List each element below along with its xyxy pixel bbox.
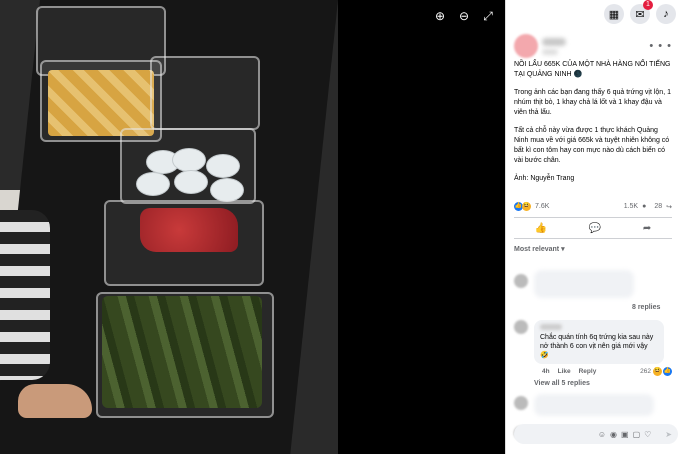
photo-beef <box>140 208 238 252</box>
photo-credit: Ảnh: Nguyễn Trang <box>514 175 575 182</box>
caption-paragraph: Tất cả chỗ này vừa được 1 thực khách Quả… <box>514 127 670 164</box>
like-reaction-icon: 👍 <box>663 367 672 376</box>
viewer-toolbar: ⊕ ⊖ ⤢ <box>434 8 494 24</box>
fullscreen-icon[interactable]: ⤢ <box>482 8 494 24</box>
reply-text: Chắc quán tính 6q trứng kia sau này nở t… <box>540 334 654 359</box>
gif-icon[interactable]: ▢ <box>633 430 641 439</box>
post-photo[interactable] <box>0 0 338 454</box>
zoom-in-icon[interactable]: ⊕ <box>434 8 446 24</box>
messenger-button[interactable]: ✉ 1 <box>630 0 653 24</box>
share-icon[interactable]: ➦ <box>643 223 651 234</box>
photo-tofu-balls <box>48 70 154 136</box>
comments-count[interactable]: 1.5K <box>624 203 638 210</box>
post-caption: NỒI LẨU 665K CỦA MỘT NHÀ HÀNG NỔI TIẾNG … <box>506 60 680 184</box>
view-all-replies-link[interactable]: View all 5 replies <box>534 380 590 387</box>
author-name-blurred[interactable] <box>542 38 566 46</box>
comment-icon[interactable]: 💬 <box>589 223 601 234</box>
reply-time[interactable]: 4h <box>542 368 550 375</box>
engagement-counts: 1.5K ● 28 ↪ <box>624 203 672 211</box>
haha-reaction-icon: 😆 <box>653 367 662 376</box>
emoji-icon[interactable]: ☺ <box>598 430 606 439</box>
reply-meta: 4h Like Reply 262 😆 👍 <box>542 367 672 376</box>
photo-leg <box>0 210 50 380</box>
egg <box>172 148 206 172</box>
view-replies-link[interactable]: 8 replies <box>632 304 660 311</box>
haha-reaction-icon: 😆 <box>522 202 531 211</box>
messenger-icon: ✉ <box>635 8 645 21</box>
caption-headline: NỒI LẨU 665K CỦA MỘT NHÀ HÀNG NỔI TIẾNG … <box>514 61 671 78</box>
post-header: • • • <box>506 34 680 60</box>
notification-badge: 1 <box>643 0 653 10</box>
post-side-panel: ▦ ✉ 1 ♪ • • • NỒI LẨU 665K CỦA MỘT NHÀ H… <box>505 0 680 454</box>
grid-menu-icon: ▦ <box>608 8 620 21</box>
reply-comment-bubble: Chắc quán tính 6q trứng kia sau này nở t… <box>534 320 664 364</box>
photo-duck-eggs <box>132 140 247 202</box>
notifications-button[interactable]: ♪ <box>656 4 676 24</box>
reactions-summary[interactable]: 👍 😆 7.6K <box>514 202 549 211</box>
bell-icon: ♪ <box>663 8 669 20</box>
photo-icon[interactable]: ▣ <box>621 430 629 439</box>
egg <box>136 172 170 196</box>
viewer-background <box>338 0 505 454</box>
comment-count-icon: ● <box>642 203 647 210</box>
caption-paragraph: Trong ảnh các bạn đang thấy 6 quả trứng … <box>514 89 671 116</box>
commenter-avatar-blurred[interactable] <box>514 274 528 288</box>
post-meta-blurred <box>542 49 558 55</box>
send-icon[interactable]: ➤ <box>665 430 672 439</box>
photo-viewer: ⊕ ⊖ ⤢ <box>0 0 505 454</box>
reply-reaction-count: 262 <box>640 368 651 375</box>
commenter-avatar-blurred[interactable] <box>514 396 528 410</box>
reply-avatar[interactable] <box>514 320 528 334</box>
share-count-icon: ↪ <box>666 203 672 211</box>
comment-sort-dropdown[interactable]: Most relevant ▾ <box>506 239 680 253</box>
more-options-icon[interactable]: • • • <box>649 40 672 52</box>
reactions-count: 7.6K <box>535 203 550 210</box>
comment-bubble-blurred <box>534 270 634 298</box>
menu-button[interactable]: ▦ <box>604 4 624 24</box>
camera-icon[interactable]: ◉ <box>610 430 617 439</box>
reply-reply-link[interactable]: Reply <box>579 368 597 375</box>
photo-box-ice <box>150 56 260 130</box>
reply-reactions[interactable]: 262 😆 👍 <box>640 367 672 376</box>
post-actions: 👍 💬 ➦ <box>514 217 672 239</box>
sticker-icon[interactable]: ♡ <box>644 430 651 439</box>
top-navigation: ▦ ✉ 1 ♪ <box>506 0 680 28</box>
comment-bubble-blurred <box>534 394 654 416</box>
reply-author-blurred[interactable] <box>540 324 562 330</box>
photo-leaf-rolls <box>102 296 262 408</box>
egg <box>206 154 240 178</box>
like-icon[interactable]: 👍 <box>535 223 547 234</box>
author-avatar[interactable] <box>514 34 538 58</box>
shares-count[interactable]: 28 <box>654 203 662 210</box>
zoom-out-icon[interactable]: ⊖ <box>458 8 470 24</box>
comment-composer[interactable]: ☺ ◉ ▣ ▢ ♡ ➤ <box>514 424 678 444</box>
post-stats: 👍 😆 7.6K 1.5K ● 28 ↪ <box>506 202 680 211</box>
egg <box>174 170 208 194</box>
photo-foot <box>18 384 92 418</box>
reply-like-link[interactable]: Like <box>558 368 571 375</box>
egg <box>210 178 244 202</box>
